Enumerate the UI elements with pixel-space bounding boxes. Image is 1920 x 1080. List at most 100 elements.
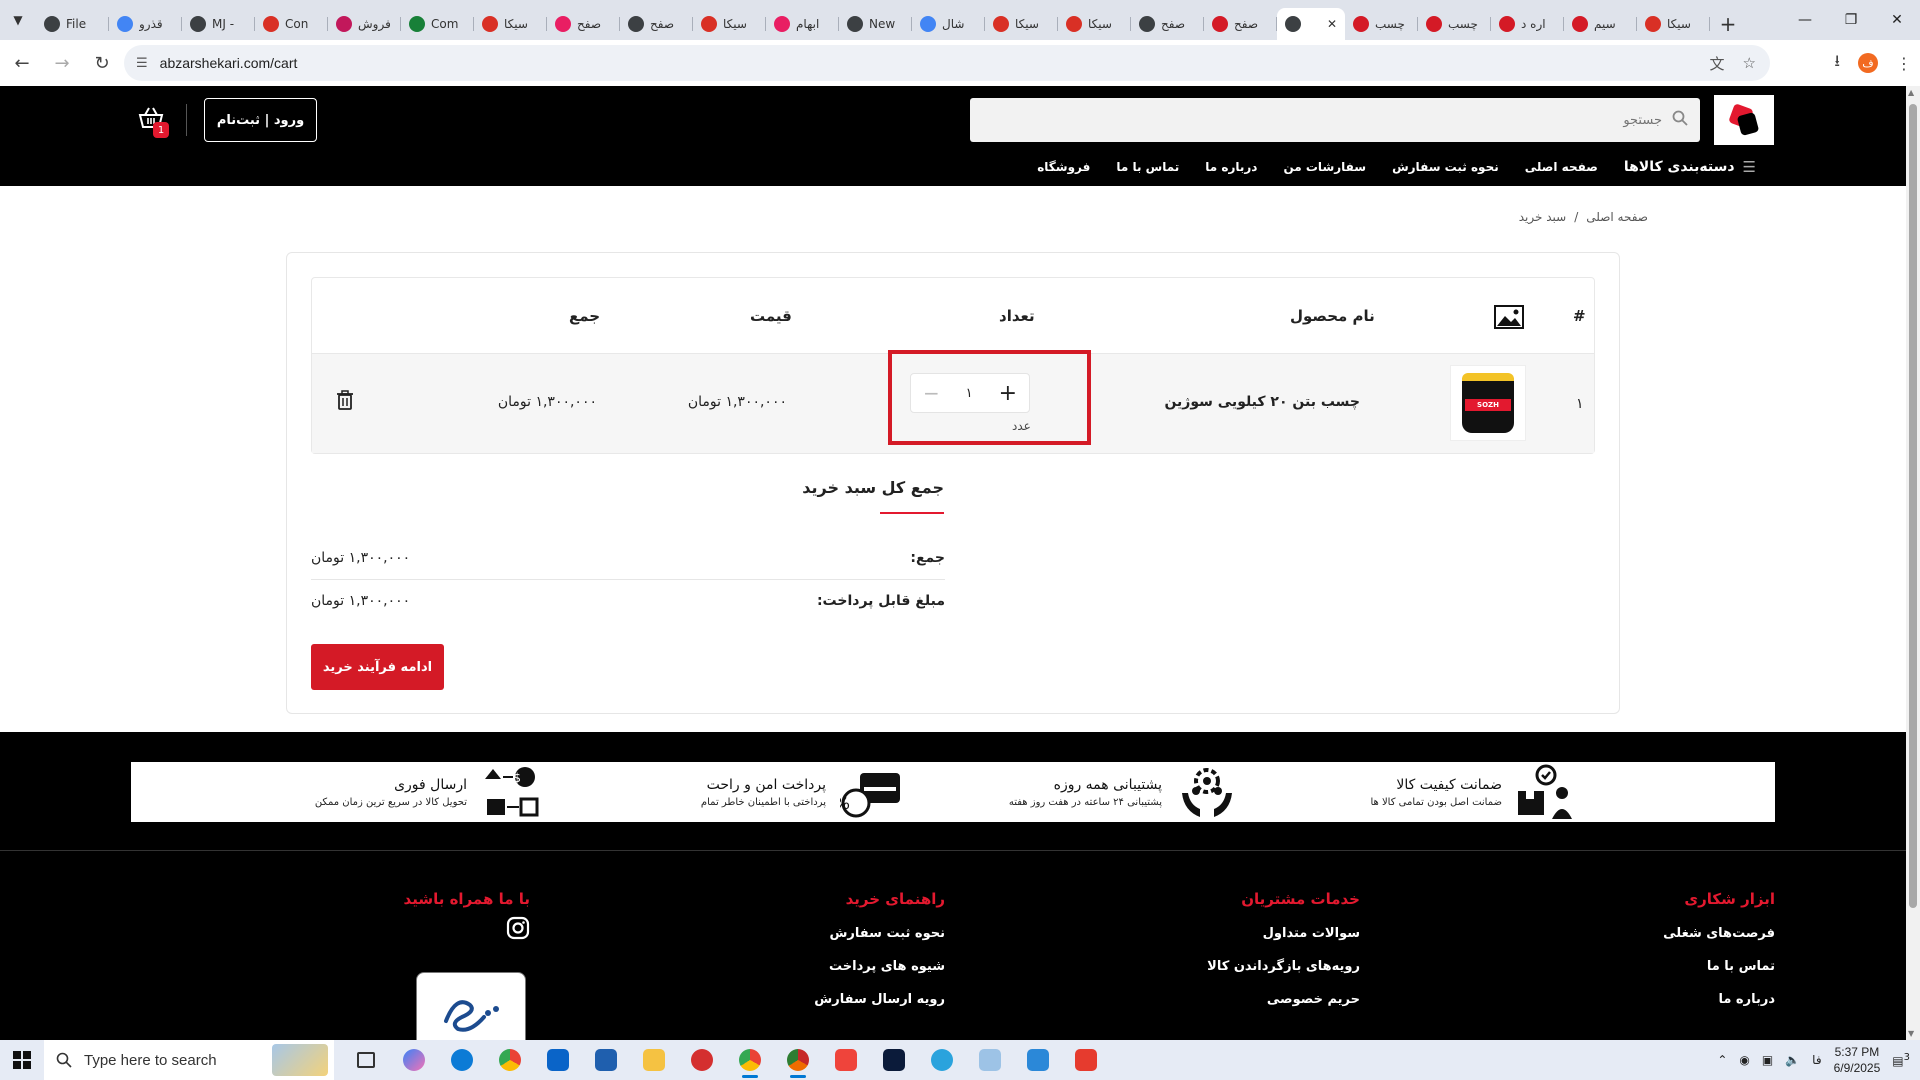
footer-link-contact[interactable]: تماس با ما <box>1663 959 1775 974</box>
browser-tab[interactable]: MJ - <box>182 8 255 40</box>
login-register-button[interactable]: ورود | ثبت‌نام <box>204 98 317 142</box>
photoshop-icon[interactable] <box>870 1040 918 1080</box>
volume-icon[interactable]: 🔈 <box>1785 1053 1800 1067</box>
browser-tab[interactable]: سیکا <box>985 8 1058 40</box>
tab-favicon-icon <box>1572 16 1588 32</box>
footer-link-about[interactable]: درباره ما <box>1663 992 1775 1007</box>
footer-link-privacy[interactable]: حریم خصوصی <box>1207 992 1360 1007</box>
url-text[interactable]: abzarshekari.com/cart <box>160 55 298 71</box>
footer-link-shipping[interactable]: رویه ارسال سفارش <box>814 992 945 1007</box>
instagram-icon[interactable] <box>506 916 530 940</box>
browser-tab[interactable]: File <box>36 8 109 40</box>
footer-link-faq[interactable]: سوالات متداول <box>1207 926 1360 941</box>
browser-tab[interactable]: شال <box>912 8 985 40</box>
download-icon[interactable]: ⭳ <box>1834 50 1840 77</box>
start-button[interactable] <box>0 1040 44 1080</box>
task-view-icon[interactable] <box>342 1040 390 1080</box>
bookmark-star-icon[interactable]: ☆ <box>1743 54 1756 72</box>
breadcrumb-current: سبد خرید <box>1518 210 1567 224</box>
browser-tab[interactable]: اره د <box>1491 8 1564 40</box>
photos-icon[interactable] <box>1014 1040 1062 1080</box>
breadcrumb-home[interactable]: صفحه اصلی <box>1586 210 1648 224</box>
browser-tab[interactable]: ابهام <box>766 8 839 40</box>
menu-categories[interactable]: ☰ دسته‌بندی کالاها <box>1624 158 1756 176</box>
edge-icon[interactable] <box>438 1040 486 1080</box>
notifications-icon[interactable]: ▤3 <box>1892 1052 1910 1068</box>
back-button[interactable]: ← <box>4 45 40 81</box>
browser-tab[interactable]: سیم <box>1564 8 1637 40</box>
browser-tab[interactable]: صفح <box>1131 8 1204 40</box>
trash-icon[interactable] <box>336 390 354 410</box>
camera-icon[interactable]: ◉ <box>1739 1053 1749 1067</box>
tray-chevron-icon[interactable]: ⌃ <box>1717 1053 1727 1067</box>
footer-link-how-to-order[interactable]: نحوه ثبت سفارش <box>814 926 945 941</box>
browser-tab[interactable]: فروش <box>328 8 401 40</box>
browser-menu-icon[interactable]: ⋮ <box>1896 54 1912 73</box>
search-icon[interactable] <box>1672 110 1688 130</box>
close-window-icon[interactable]: ✕ <box>1874 0 1920 40</box>
minimize-icon[interactable]: — <box>1782 0 1828 40</box>
file-explorer-icon[interactable] <box>630 1040 678 1080</box>
forward-button[interactable]: → <box>44 45 80 81</box>
browser-tab[interactable]: سیکا <box>1637 8 1710 40</box>
browser-tab[interactable]: صفح <box>1204 8 1277 40</box>
footer-col-customer-service: خدمات مشتریان سوالات متداول رویه‌های باز… <box>1207 890 1360 1025</box>
browser-tab[interactable]: ✕ <box>1277 8 1345 40</box>
profile-avatar[interactable]: ف <box>1858 53 1878 73</box>
menu-contact[interactable]: تماس با ما <box>1116 160 1179 174</box>
network-icon[interactable]: ▣ <box>1762 1053 1773 1067</box>
search-input[interactable] <box>1012 112 1662 128</box>
footer-link-careers[interactable]: فرصت‌های شغلی <box>1663 926 1775 941</box>
menu-home[interactable]: صفحه اصلی <box>1525 160 1598 174</box>
checkout-button[interactable]: ادامه فرآیند خرید <box>311 644 444 690</box>
language-indicator[interactable]: فا <box>1812 1053 1821 1067</box>
site-info-icon[interactable]: ☰ <box>136 56 148 71</box>
tab-label: صفح <box>1161 17 1186 31</box>
browser-tab[interactable]: Con <box>255 8 328 40</box>
chrome-icon[interactable] <box>486 1040 534 1080</box>
tab-label: ابهام <box>796 17 820 31</box>
translate-icon[interactable]: 文 <box>1710 53 1725 74</box>
restore-icon[interactable]: ❐ <box>1828 0 1874 40</box>
page-scrollbar[interactable]: ▲ ▼ <box>1906 86 1920 1040</box>
anydesk-icon[interactable] <box>822 1040 870 1080</box>
menu-how-to-order[interactable]: نحوه ثبت سفارش <box>1392 160 1499 174</box>
tab-search-chevron-icon[interactable]: ▼ <box>0 0 36 40</box>
menu-my-orders[interactable]: سفارشات من <box>1283 160 1366 174</box>
browser-tab[interactable]: سیکا <box>1058 8 1131 40</box>
browser-tab[interactable]: چسب <box>1345 8 1418 40</box>
site-logo[interactable] <box>1714 95 1774 145</box>
record-app-icon[interactable] <box>678 1040 726 1080</box>
copilot-icon[interactable] <box>390 1040 438 1080</box>
scrollbar-thumb[interactable] <box>1909 104 1917 908</box>
clock[interactable]: 5:37 PM 6/9/2025 <box>1834 1044 1881 1076</box>
browser-tab[interactable]: صفح <box>620 8 693 40</box>
new-tab-button[interactable]: + <box>1710 8 1746 40</box>
scroll-up-icon[interactable]: ▲ <box>1908 88 1914 97</box>
product-thumbnail[interactable]: SOZH <box>1450 365 1526 441</box>
product-name[interactable]: چسب بتن ۲۰ کیلویی سوژین <box>1164 394 1360 410</box>
chrome-profile-2-icon[interactable] <box>774 1040 822 1080</box>
taskbar-search[interactable]: Type here to search <box>44 1040 334 1080</box>
paint-icon[interactable] <box>966 1040 1014 1080</box>
browser-tab[interactable]: New <box>839 8 912 40</box>
browser-tab[interactable]: صفح <box>547 8 620 40</box>
browser-tab[interactable]: قذرو <box>109 8 182 40</box>
scroll-down-icon[interactable]: ▼ <box>1908 1029 1914 1038</box>
store-icon[interactable] <box>582 1040 630 1080</box>
footer-link-payment-methods[interactable]: شیوه های پرداخت <box>814 959 945 974</box>
menu-about[interactable]: درباره ما <box>1205 160 1257 174</box>
reload-button[interactable]: ↻ <box>84 45 120 81</box>
browser-tab[interactable]: Com <box>401 8 474 40</box>
anydesk-window-icon[interactable] <box>1062 1040 1110 1080</box>
browser-tab[interactable]: سیکا <box>693 8 766 40</box>
browser-tab[interactable]: چسب <box>1418 8 1491 40</box>
outlook-icon[interactable] <box>534 1040 582 1080</box>
menu-shop[interactable]: فروشگاه <box>1037 160 1090 174</box>
chrome-profile-icon[interactable] <box>726 1040 774 1080</box>
browser-tab[interactable]: سیکا <box>474 8 547 40</box>
telegram-icon[interactable] <box>918 1040 966 1080</box>
footer-link-returns[interactable]: رویه‌های بازگرداندن کالا <box>1207 959 1360 974</box>
address-bar[interactable]: ☰ abzarshekari.com/cart 文 ☆ <box>124 45 1770 81</box>
close-tab-icon[interactable]: ✕ <box>1327 17 1337 31</box>
